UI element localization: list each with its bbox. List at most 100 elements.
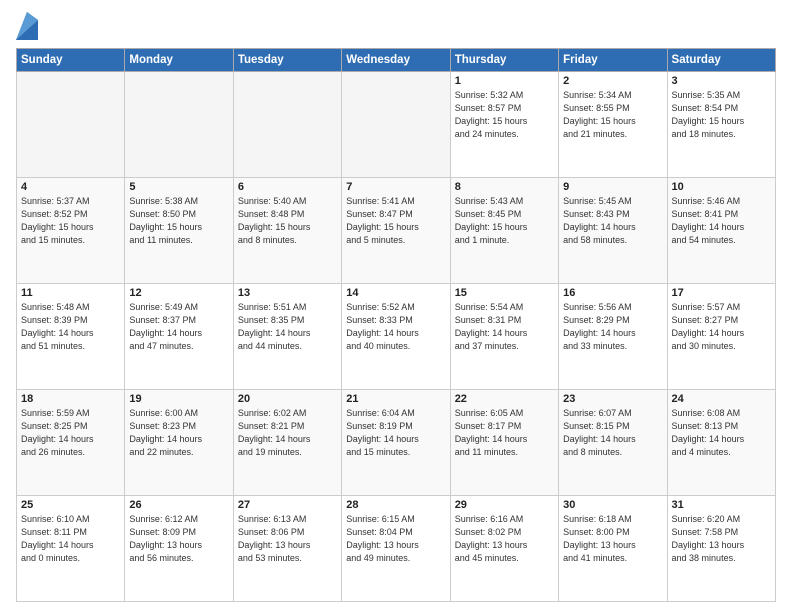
calendar-cell: 1 Sunrise: 5:32 AM Sunset: 8:57 PM Daylig… — [450, 72, 558, 178]
day-number: 19 — [129, 393, 228, 405]
calendar-cell: 16 Sunrise: 5:56 AM Sunset: 8:29 PM Dayli… — [559, 284, 667, 390]
calendar-cell: 31 Sunrise: 6:20 AM Sunset: 7:58 PM Dayli… — [667, 496, 775, 602]
day-info: Sunrise: 6:10 AM Sunset: 8:11 PM Dayligh… — [21, 513, 120, 565]
calendar-cell: 4Sunrise: 5:37 AM Sunset: 8:52 PM Daylig… — [17, 178, 125, 284]
day-info: Sunrise: 6:13 AM Sunset: 8:06 PM Dayligh… — [238, 513, 337, 565]
calendar-cell: 7 Sunrise: 5:41 AM Sunset: 8:47 PM Daylig… — [342, 178, 450, 284]
calendar-table: SundayMondayTuesdayWednesdayThursdayFrid… — [16, 48, 776, 602]
day-number: 26 — [129, 499, 228, 511]
day-info: Sunrise: 5:54 AM Sunset: 8:31 PM Dayligh… — [455, 301, 554, 353]
day-info: Sunrise: 5:41 AM Sunset: 8:47 PM Dayligh… — [346, 195, 445, 247]
day-number: 8 — [455, 181, 554, 193]
day-info: Sunrise: 5:56 AM Sunset: 8:29 PM Dayligh… — [563, 301, 662, 353]
day-number: 27 — [238, 499, 337, 511]
day-number: 31 — [672, 499, 771, 511]
day-info: Sunrise: 6:00 AM Sunset: 8:23 PM Dayligh… — [129, 407, 228, 459]
calendar-cell: 29 Sunrise: 6:16 AM Sunset: 8:02 PM Dayli… — [450, 496, 558, 602]
page: SundayMondayTuesdayWednesdayThursdayFrid… — [0, 0, 792, 612]
calendar-cell: 17 Sunrise: 5:57 AM Sunset: 8:27 PM Dayli… — [667, 284, 775, 390]
day-number: 18 — [21, 393, 120, 405]
day-number: 15 — [455, 287, 554, 299]
day-number: 28 — [346, 499, 445, 511]
day-info: Sunrise: 5:57 AM Sunset: 8:27 PM Dayligh… — [672, 301, 771, 353]
weekday-header-monday: Monday — [125, 49, 233, 72]
calendar-cell: 5 Sunrise: 5:38 AM Sunset: 8:50 PM Daylig… — [125, 178, 233, 284]
day-number: 1 — [455, 75, 554, 87]
calendar-cell — [342, 72, 450, 178]
weekday-header-friday: Friday — [559, 49, 667, 72]
calendar-cell: 10 Sunrise: 5:46 AM Sunset: 8:41 PM Dayli… — [667, 178, 775, 284]
day-number: 6 — [238, 181, 337, 193]
day-info: Sunrise: 5:46 AM Sunset: 8:41 PM Dayligh… — [672, 195, 771, 247]
calendar-cell: 6 Sunrise: 5:40 AM Sunset: 8:48 PM Daylig… — [233, 178, 341, 284]
calendar-cell: 3 Sunrise: 5:35 AM Sunset: 8:54 PM Daylig… — [667, 72, 775, 178]
day-number: 13 — [238, 287, 337, 299]
weekday-header-tuesday: Tuesday — [233, 49, 341, 72]
day-info: Sunrise: 6:18 AM Sunset: 8:00 PM Dayligh… — [563, 513, 662, 565]
day-info: Sunrise: 6:07 AM Sunset: 8:15 PM Dayligh… — [563, 407, 662, 459]
calendar-cell: 13Sunrise: 5:51 AM Sunset: 8:35 PM Dayli… — [233, 284, 341, 390]
logo — [16, 16, 42, 40]
day-number: 17 — [672, 287, 771, 299]
day-info: Sunrise: 5:35 AM Sunset: 8:54 PM Dayligh… — [672, 89, 771, 141]
day-info: Sunrise: 6:02 AM Sunset: 8:21 PM Dayligh… — [238, 407, 337, 459]
day-number: 22 — [455, 393, 554, 405]
calendar-cell: 19 Sunrise: 6:00 AM Sunset: 8:23 PM Dayli… — [125, 390, 233, 496]
day-info: Sunrise: 5:32 AM Sunset: 8:57 PM Dayligh… — [455, 89, 554, 141]
calendar-cell: 21Sunrise: 6:04 AM Sunset: 8:19 PM Dayli… — [342, 390, 450, 496]
day-number: 5 — [129, 181, 228, 193]
calendar-cell: 26 Sunrise: 6:12 AM Sunset: 8:09 PM Dayli… — [125, 496, 233, 602]
day-number: 25 — [21, 499, 120, 511]
calendar-cell: 30Sunrise: 6:18 AM Sunset: 8:00 PM Dayli… — [559, 496, 667, 602]
weekday-header-sunday: Sunday — [17, 49, 125, 72]
calendar-cell — [125, 72, 233, 178]
logo-icon — [16, 12, 38, 40]
calendar-cell — [233, 72, 341, 178]
weekday-header-row: SundayMondayTuesdayWednesdayThursdayFrid… — [17, 49, 776, 72]
day-info: Sunrise: 5:45 AM Sunset: 8:43 PM Dayligh… — [563, 195, 662, 247]
day-info: Sunrise: 5:40 AM Sunset: 8:48 PM Dayligh… — [238, 195, 337, 247]
calendar-week-5: 25 Sunrise: 6:10 AM Sunset: 8:11 PM Dayli… — [17, 496, 776, 602]
day-info: Sunrise: 6:05 AM Sunset: 8:17 PM Dayligh… — [455, 407, 554, 459]
weekday-header-saturday: Saturday — [667, 49, 775, 72]
day-number: 2 — [563, 75, 662, 87]
day-info: Sunrise: 6:12 AM Sunset: 8:09 PM Dayligh… — [129, 513, 228, 565]
day-info: Sunrise: 5:38 AM Sunset: 8:50 PM Dayligh… — [129, 195, 228, 247]
calendar-week-2: 4Sunrise: 5:37 AM Sunset: 8:52 PM Daylig… — [17, 178, 776, 284]
day-info: Sunrise: 6:16 AM Sunset: 8:02 PM Dayligh… — [455, 513, 554, 565]
day-info: Sunrise: 6:20 AM Sunset: 7:58 PM Dayligh… — [672, 513, 771, 565]
day-number: 7 — [346, 181, 445, 193]
day-info: Sunrise: 5:52 AM Sunset: 8:33 PM Dayligh… — [346, 301, 445, 353]
day-info: Sunrise: 5:37 AM Sunset: 8:52 PM Dayligh… — [21, 195, 120, 247]
day-number: 10 — [672, 181, 771, 193]
day-number: 12 — [129, 287, 228, 299]
day-info: Sunrise: 6:15 AM Sunset: 8:04 PM Dayligh… — [346, 513, 445, 565]
day-number: 9 — [563, 181, 662, 193]
day-number: 29 — [455, 499, 554, 511]
day-number: 14 — [346, 287, 445, 299]
calendar-cell: 8 Sunrise: 5:43 AM Sunset: 8:45 PM Daylig… — [450, 178, 558, 284]
day-info: Sunrise: 5:49 AM Sunset: 8:37 PM Dayligh… — [129, 301, 228, 353]
day-info: Sunrise: 5:48 AM Sunset: 8:39 PM Dayligh… — [21, 301, 120, 353]
calendar-cell: 28 Sunrise: 6:15 AM Sunset: 8:04 PM Dayli… — [342, 496, 450, 602]
day-info: Sunrise: 6:04 AM Sunset: 8:19 PM Dayligh… — [346, 407, 445, 459]
calendar-cell: 22 Sunrise: 6:05 AM Sunset: 8:17 PM Dayli… — [450, 390, 558, 496]
calendar-cell: 2Sunrise: 5:34 AM Sunset: 8:55 PM Daylig… — [559, 72, 667, 178]
day-number: 24 — [672, 393, 771, 405]
calendar-week-3: 11 Sunrise: 5:48 AM Sunset: 8:39 PM Dayli… — [17, 284, 776, 390]
calendar-week-1: 1 Sunrise: 5:32 AM Sunset: 8:57 PM Daylig… — [17, 72, 776, 178]
day-number: 11 — [21, 287, 120, 299]
weekday-header-wednesday: Wednesday — [342, 49, 450, 72]
calendar-cell — [17, 72, 125, 178]
day-info: Sunrise: 5:43 AM Sunset: 8:45 PM Dayligh… — [455, 195, 554, 247]
weekday-header-thursday: Thursday — [450, 49, 558, 72]
calendar-cell: 27 Sunrise: 6:13 AM Sunset: 8:06 PM Dayli… — [233, 496, 341, 602]
day-info: Sunrise: 5:59 AM Sunset: 8:25 PM Dayligh… — [21, 407, 120, 459]
day-number: 3 — [672, 75, 771, 87]
header — [16, 12, 776, 40]
day-number: 23 — [563, 393, 662, 405]
calendar-cell: 23 Sunrise: 6:07 AM Sunset: 8:15 PM Dayli… — [559, 390, 667, 496]
day-number: 20 — [238, 393, 337, 405]
day-number: 16 — [563, 287, 662, 299]
calendar-cell: 9 Sunrise: 5:45 AM Sunset: 8:43 PM Daylig… — [559, 178, 667, 284]
